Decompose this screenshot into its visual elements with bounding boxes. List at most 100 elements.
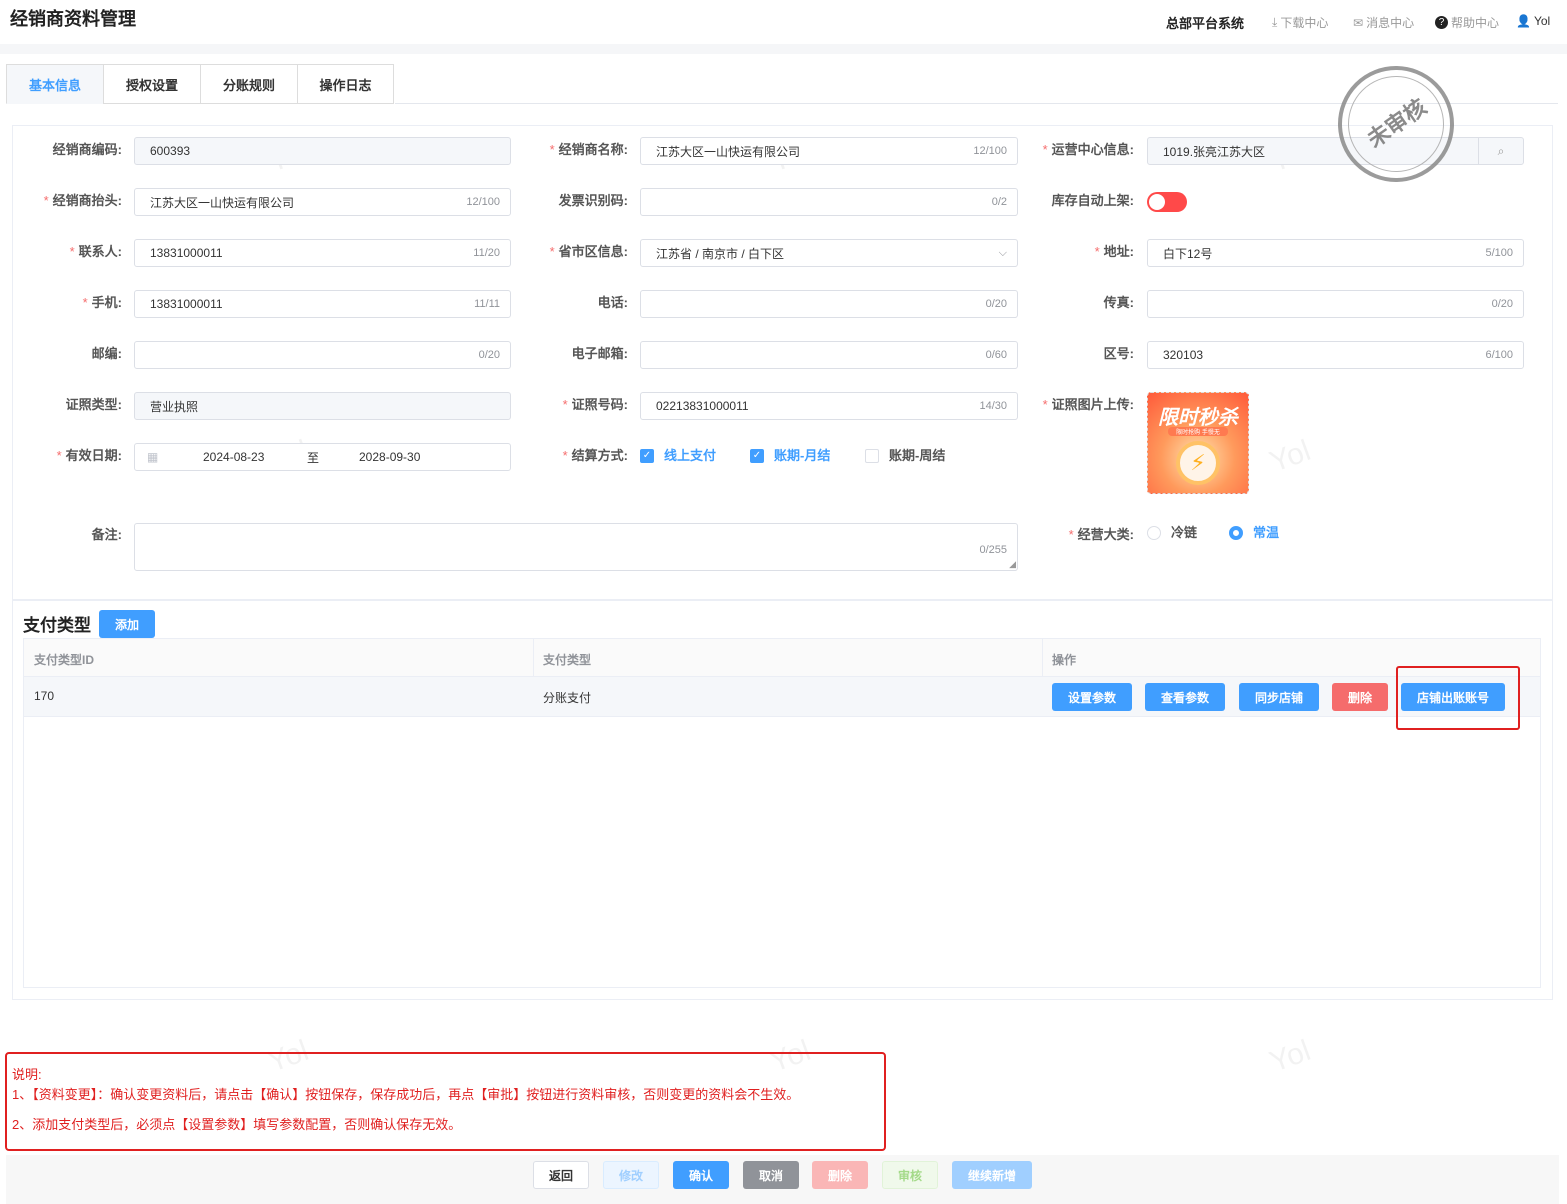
char-count: 12/100	[466, 196, 500, 208]
set-params-button[interactable]: 设置参数	[1052, 683, 1132, 711]
dealer-name-input[interactable]: 江苏大区一山快运有限公司 12/100	[640, 137, 1018, 165]
tab-bar: 基本信息 授权设置 分账规则 操作日志	[6, 64, 394, 104]
table-row: 170 分账支付 设置参数 查看参数 同步店铺 删除 店铺出账账号	[24, 677, 1540, 717]
user-menu[interactable]: 👤 Yol	[1516, 14, 1550, 28]
mobile-input[interactable]: 13831000011 11/11	[134, 290, 511, 318]
end-date[interactable]: 2028-09-30	[359, 450, 420, 464]
dealer-name-value: 江苏大区一山快运有限公司	[656, 144, 801, 159]
messages-label: 消息中心	[1366, 16, 1415, 30]
user-name: Yol	[1533, 14, 1551, 28]
tab-split-rules[interactable]: 分账规则	[200, 64, 297, 104]
audit-button[interactable]: 审核	[882, 1161, 938, 1189]
tab-authorization[interactable]: 授权设置	[103, 64, 200, 104]
email-input[interactable]: 0/60	[640, 341, 1018, 369]
message-center-link[interactable]: ✉ 消息中心	[1353, 14, 1414, 31]
mobile-value: 13831000011	[150, 297, 223, 311]
license-type-label: 证照类型:	[65, 397, 122, 412]
license-type-input: 营业执照	[134, 392, 511, 420]
unreviewed-stamp: 未审核	[1338, 66, 1454, 182]
license-no-label: * 证照号码:	[562, 397, 628, 412]
category-cold-chain-radio[interactable]: 冷链	[1147, 519, 1197, 547]
tab-operation-log[interactable]: 操作日志	[297, 64, 394, 104]
search-icon[interactable]: ⌕	[1478, 138, 1523, 164]
payment-type-table: 支付类型ID 支付类型 操作 170 分账支付 设置参数 查看参数 同步店铺 删…	[23, 638, 1541, 988]
mail-icon: ✉	[1353, 15, 1364, 30]
tab-basic-info[interactable]: 基本信息	[6, 64, 103, 104]
view-params-button[interactable]: 查看参数	[1145, 683, 1225, 711]
contact-input[interactable]: 13831000011 11/20	[134, 239, 511, 267]
fax-label: 传真:	[1103, 295, 1134, 310]
settlement-monthly-checkbox[interactable]: ✓ 账期-月结	[750, 442, 830, 470]
instruction-line: 2、添加支付类型后，必须点【设置参数】填写参数配置，否则确认保存无效。	[12, 1117, 462, 1132]
invoice-code-input[interactable]: 0/2	[640, 188, 1018, 216]
label-text: 经销商抬头:	[52, 193, 122, 208]
edit-button[interactable]: 修改	[603, 1161, 659, 1189]
help-label: 帮助中心	[1451, 16, 1500, 30]
sync-store-button[interactable]: 同步店铺	[1239, 683, 1319, 711]
invoice-code-label: 发票识别码:	[558, 193, 628, 208]
label-text: 证照图片上传:	[1051, 397, 1134, 412]
dealer-code-value: 600393	[150, 144, 191, 158]
delete-button[interactable]: 删除	[812, 1161, 868, 1189]
payment-type-title: 支付类型	[23, 616, 91, 635]
contact-label: * 联系人:	[69, 244, 122, 259]
char-count: 14/30	[979, 400, 1007, 412]
fax-input[interactable]: 0/20	[1147, 290, 1524, 318]
contact-value: 13831000011	[150, 246, 223, 260]
radio-label: 常温	[1253, 525, 1280, 540]
license-type-value: 营业执照	[150, 399, 199, 414]
area-code-label: 区号:	[1103, 346, 1134, 361]
region-select[interactable]: 江苏省 / 南京市 / 白下区 ⌵	[640, 239, 1018, 267]
start-date[interactable]: 2024-08-23	[203, 450, 307, 464]
clock-icon: ⚡	[1176, 441, 1220, 485]
phone-input[interactable]: 0/20	[640, 290, 1018, 318]
settlement-weekly-checkbox[interactable]: 账期-周结	[865, 442, 945, 470]
settlement-online-checkbox[interactable]: ✓ 线上支付	[640, 442, 716, 470]
resize-handle-icon[interactable]: ◢	[1009, 559, 1016, 570]
calendar-icon: ▦	[147, 450, 159, 464]
label-text: 手机:	[91, 295, 122, 310]
confirm-button[interactable]: 确认	[673, 1161, 729, 1189]
ops-center-input[interactable]: 1019.张亮江苏大区 ⌕	[1147, 137, 1524, 165]
phone-label: 电话:	[597, 295, 628, 310]
char-count: 0/255	[979, 544, 1007, 556]
payment-type-name: 分账支付	[543, 691, 592, 705]
top-header: 经销商资料管理 总部平台系统 ⤓ 下载中心 ✉ 消息中心 ? 帮助中心 👤 Yol	[0, 0, 1567, 44]
system-name: 总部平台系统	[1166, 16, 1245, 31]
help-center-link[interactable]: ? 帮助中心	[1435, 14, 1499, 31]
category-label: * 经营大类:	[1068, 527, 1134, 542]
postcode-label: 邮编:	[91, 346, 122, 361]
ops-center-label: * 运营中心信息:	[1042, 142, 1134, 157]
dealer-name-label: * 经销商名称:	[549, 142, 628, 157]
column-header-id: 支付类型ID	[34, 653, 95, 667]
cancel-button[interactable]: 取消	[743, 1161, 799, 1189]
checkbox-checked-icon: ✓	[640, 449, 654, 463]
column-header-type: 支付类型	[543, 653, 592, 667]
add-payment-type-button[interactable]: 添加	[99, 610, 155, 638]
valid-date-range[interactable]: ▦ 2024-08-23 至 2028-09-30	[134, 443, 511, 471]
image-subtext: 限时抢购 手慢无	[1168, 427, 1228, 436]
label-text: 运营中心信息:	[1051, 142, 1134, 157]
address-input[interactable]: 白下12号 5/100	[1147, 239, 1524, 267]
dealer-code-label: 经销商编码:	[52, 142, 122, 157]
download-center-link[interactable]: ⤓ 下载中心	[1272, 14, 1328, 31]
dealer-header-input[interactable]: 江苏大区一山快运有限公司 12/100	[134, 188, 511, 216]
image-text: 限时秒杀	[1158, 407, 1238, 429]
dealer-header-value: 江苏大区一山快运有限公司	[150, 195, 295, 210]
checkbox-label: 账期-月结	[774, 448, 831, 463]
dealer-header-label: * 经销商抬头:	[43, 193, 122, 208]
license-image-thumbnail[interactable]: 限时秒杀 限时抢购 手慢无 ⚡	[1147, 392, 1249, 494]
back-button[interactable]: 返回	[533, 1161, 589, 1189]
delete-row-button[interactable]: 删除	[1332, 683, 1388, 711]
area-code-input[interactable]: 320103 6/100	[1147, 341, 1524, 369]
remark-label: 备注:	[91, 527, 122, 542]
category-normal-temp-radio[interactable]: 常温	[1229, 519, 1279, 547]
watermark: Yol	[1265, 1034, 1315, 1079]
remark-textarea[interactable]: 0/255 ◢	[134, 523, 1018, 571]
address-label: * 地址:	[1094, 244, 1134, 259]
payment-type-id: 170	[34, 689, 55, 703]
license-no-input[interactable]: 02213831000011 14/30	[640, 392, 1018, 420]
auto-shelf-toggle[interactable]	[1147, 192, 1187, 212]
postcode-input[interactable]: 0/20	[134, 341, 511, 369]
continue-add-button[interactable]: 继续新增	[952, 1161, 1032, 1189]
